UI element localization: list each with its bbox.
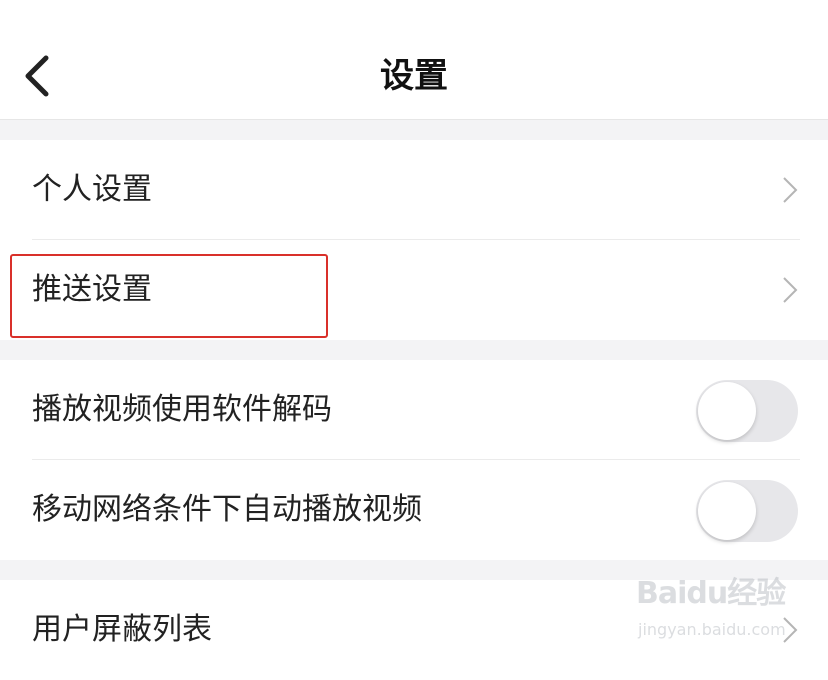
settings-row-personal[interactable]: 个人设置: [0, 140, 828, 240]
settings-row-autoplay-mobile: 移动网络条件下自动播放视频: [0, 460, 828, 560]
row-label: 移动网络条件下自动播放视频: [32, 492, 422, 527]
page-title: 设置: [380, 56, 448, 96]
row-label: 用户屏蔽列表: [32, 612, 212, 647]
row-label: 播放视频使用软件解码: [32, 392, 332, 427]
watermark: Baidu经验 jingyan.baidu.com: [636, 568, 786, 648]
top-navigation-bar: 设置: [0, 0, 828, 120]
toggle-knob: [698, 482, 756, 540]
toggle-knob: [698, 382, 756, 440]
chevron-right-icon: [783, 177, 798, 203]
settings-row-software-decode: 播放视频使用软件解码: [0, 360, 828, 460]
highlight-box: [10, 254, 328, 338]
autoplay-mobile-toggle[interactable]: [696, 480, 798, 542]
row-label: 个人设置: [32, 172, 152, 207]
chevron-right-icon: [783, 277, 798, 303]
software-decode-toggle[interactable]: [696, 380, 798, 442]
settings-group-video: 播放视频使用软件解码 移动网络条件下自动播放视频: [0, 360, 828, 560]
watermark-url: jingyan.baidu.com: [638, 620, 786, 639]
watermark-brand: Baidu经验: [636, 576, 786, 611]
